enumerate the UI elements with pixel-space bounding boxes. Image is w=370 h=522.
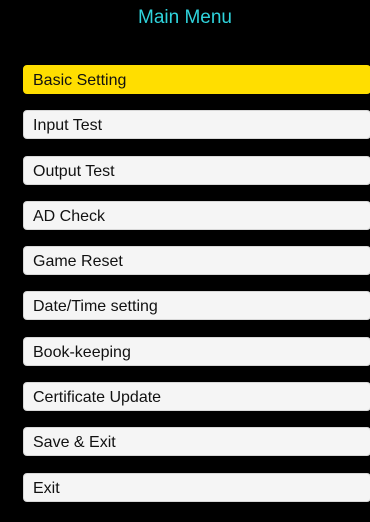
menu-item-basic-setting[interactable]: Basic Setting: [23, 65, 370, 94]
menu-item-input-test[interactable]: Input Test: [23, 110, 370, 140]
menu-item-certificate-update[interactable]: Certificate Update: [23, 382, 370, 412]
menu-item-date-time-setting[interactable]: Date/Time setting: [23, 291, 370, 321]
menu-item-book-keeping[interactable]: Book-keeping: [23, 336, 370, 366]
menu-item-ad-check[interactable]: AD Check: [23, 200, 370, 230]
menu-item-output-test[interactable]: Output Test: [23, 155, 370, 185]
page-title: Main Menu: [138, 7, 232, 28]
menu-item-save-and-exit[interactable]: Save & Exit: [23, 427, 370, 457]
menu-item-game-reset[interactable]: Game Reset: [23, 246, 370, 276]
menu-item-exit[interactable]: Exit: [23, 472, 370, 502]
main-menu-list: Basic Setting Input Test Output Test AD …: [23, 65, 370, 518]
